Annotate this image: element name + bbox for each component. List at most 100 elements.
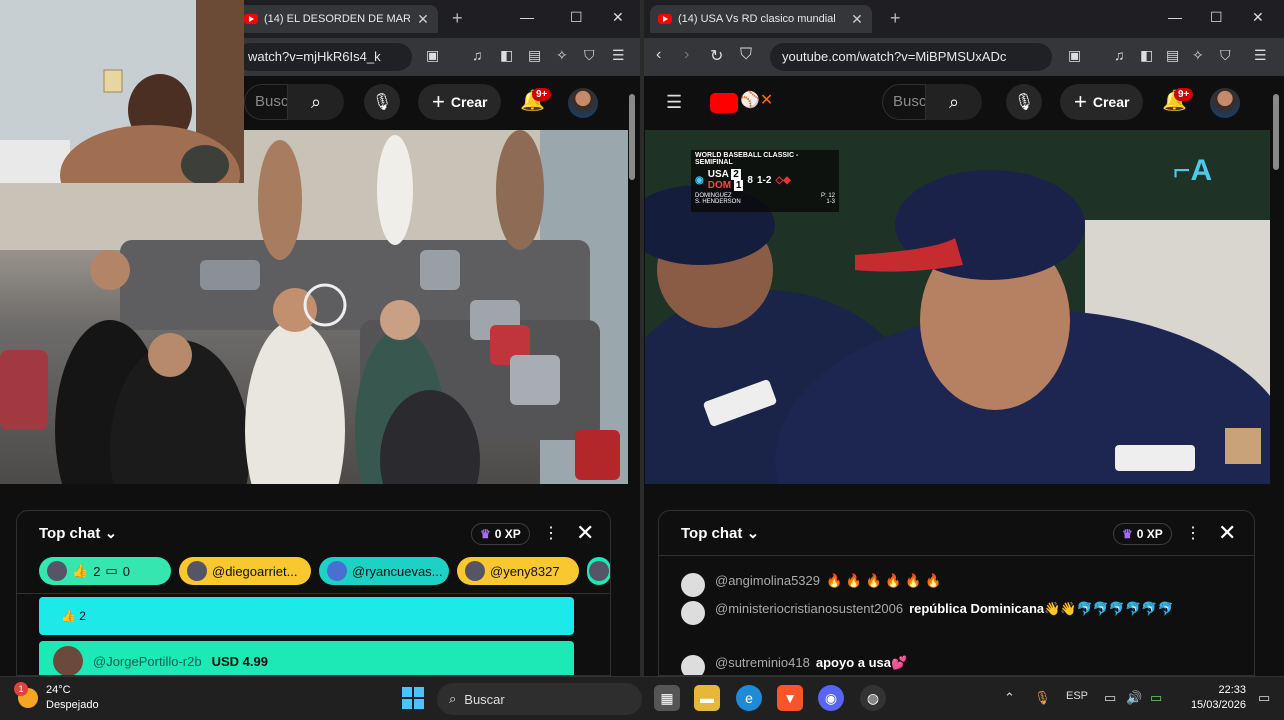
xp-badge[interactable]: ♛ 0 XP (1113, 523, 1172, 545)
ai-icon[interactable]: ✧ (556, 47, 568, 64)
music-icon[interactable]: ♫ (472, 47, 483, 63)
window-close-icon[interactable]: ✕ (1252, 9, 1264, 26)
bookmark-icon[interactable]: ⛉ (740, 46, 752, 64)
sidebar-icon[interactable]: ◧ (1140, 47, 1153, 64)
ticker-item[interactable]: @ryancuevas... (319, 557, 449, 585)
chevron-up-icon[interactable]: ⌃ (1004, 690, 1015, 706)
task-view-icon[interactable]: ▦ (654, 685, 680, 711)
create-button[interactable]: + Crear (418, 84, 502, 120)
clock[interactable]: 22:33 15/03/2026 (1184, 683, 1246, 713)
battery-icon[interactable]: ▭ (1150, 690, 1162, 706)
new-tab-icon[interactable]: + (890, 8, 901, 29)
close-icon[interactable]: ✕ (416, 11, 430, 28)
scroll-thumb[interactable] (1273, 94, 1279, 170)
message-author[interactable]: @angimolina5329 (715, 573, 820, 588)
discord-icon[interactable]: ◉ (818, 685, 844, 711)
search-icon[interactable]: ⌕ (288, 84, 344, 120)
chat-mode-dropdown[interactable]: Top chat ⌄ (39, 524, 117, 542)
ticker-item[interactable]: 👍 2 ▭ 0 (39, 557, 171, 585)
tab-active[interactable]: (14) EL DESORDEN DE MARKO ✕ (236, 5, 438, 33)
video-player[interactable]: WORLD BASEBALL CLASSIC - SEMIFINAL ◉ USA… (645, 130, 1270, 484)
music-icon[interactable]: ♫ (1114, 47, 1125, 63)
hamburger-icon[interactable]: ☰ (666, 92, 682, 113)
right-browser-window: (14) USA Vs RD clasico mundial ✕ + — ☐ ✕… (644, 0, 1284, 676)
minimize-icon[interactable]: — (520, 9, 534, 25)
avatar[interactable] (1210, 88, 1240, 118)
scrollbar[interactable] (1272, 80, 1280, 676)
team1-score: 2 (731, 169, 741, 180)
more-options-icon[interactable]: ⋮ (1185, 523, 1201, 543)
close-chat-icon[interactable]: ✕ (576, 520, 594, 546)
scrollbar[interactable] (628, 80, 636, 676)
ai-icon[interactable]: ✧ (1192, 47, 1204, 64)
menu-icon[interactable]: ☰ (612, 47, 625, 64)
shield-icon[interactable]: ⛉ (1220, 47, 1231, 64)
youtube-logo[interactable] (710, 93, 738, 113)
close-icon[interactable]: ✕ (850, 11, 864, 28)
forward-icon[interactable]: › (684, 46, 689, 64)
team2-score: 1 (733, 180, 744, 191)
xp-badge[interactable]: ♛ 0 XP (471, 523, 530, 545)
file-explorer-icon[interactable]: ▬ (694, 685, 720, 711)
tab-active[interactable]: (14) USA Vs RD clasico mundial ✕ (650, 5, 872, 33)
mic-icon[interactable]: 🎙 (1006, 84, 1042, 120)
maximize-icon[interactable]: ☐ (570, 9, 583, 26)
brave-icon[interactable]: ▼ (777, 685, 803, 711)
new-tab-icon[interactable]: + (452, 8, 463, 29)
mic-icon[interactable]: 🎙 (1034, 690, 1051, 706)
youtube-header: ☰ ⚾✕ Busc ⌕ 🎙 + Crear 🔔 9+ (644, 76, 1284, 130)
chat-mode-dropdown[interactable]: Top chat ⌄ (681, 524, 759, 542)
sidebar-icon[interactable]: ◧ (500, 47, 513, 64)
message-text: apoyo a usa💕 (815, 655, 908, 670)
inning: 8 (747, 174, 753, 186)
more-options-icon[interactable]: ⋮ (543, 523, 559, 543)
ticker-item[interactable]: @yeny8327 (457, 557, 579, 585)
message-author[interactable]: @ministeriocristianosustent2006 (715, 601, 903, 616)
reload-icon[interactable]: ↻ (710, 46, 723, 66)
search-input[interactable]: Busc (244, 84, 288, 120)
network-icon[interactable]: ▭ (1104, 690, 1116, 706)
minimize-icon[interactable]: — (1168, 9, 1182, 25)
page-icon[interactable]: ▣ (426, 47, 439, 64)
mic-icon[interactable]: 🎙 (364, 84, 400, 120)
wallet-icon[interactable]: ▤ (1166, 47, 1179, 64)
create-button[interactable]: + Crear (1060, 84, 1144, 120)
weather-desc: Despejado (46, 699, 99, 711)
ticker-item[interactable]: @diegoarriet... (179, 557, 311, 585)
page-icon[interactable]: ▣ (1068, 47, 1081, 64)
menu-icon[interactable]: ☰ (1254, 47, 1267, 64)
chat-header: Top chat ⌄ ♛ 0 XP ⋮ ✕ (659, 511, 1254, 555)
language-indicator[interactable]: ESP (1066, 690, 1088, 702)
notification-icon[interactable]: ▭ (1258, 690, 1270, 706)
taskbar-search[interactable]: ⌕ Buscar (437, 683, 642, 715)
volume-icon[interactable]: 🔊 (1126, 690, 1142, 706)
chat-header: Top chat ⌄ ♛ 0 XP ⋮ ✕ (17, 511, 610, 555)
ticker-item[interactable] (587, 557, 610, 585)
back-icon[interactable]: ‹ (656, 46, 661, 64)
chevron-down-icon: ⌄ (746, 525, 760, 542)
search-input[interactable]: Busc (882, 84, 926, 120)
bases-icon: ◇◆ (775, 174, 791, 186)
search-label: Buscar (464, 691, 505, 707)
obs-icon[interactable]: ◍ (860, 685, 886, 711)
weather-widget[interactable]: 1 24°C Despejado (14, 682, 99, 713)
chat-message: @sutreminio418 apoyo a usa💕 (681, 655, 908, 675)
search-icon[interactable]: ⌕ (926, 84, 982, 120)
avatar (589, 561, 609, 581)
like-count: 2 (93, 563, 101, 579)
tab-title: (14) USA Vs RD clasico mundial (678, 13, 836, 25)
start-button[interactable] (402, 687, 424, 709)
video-player[interactable] (0, 130, 628, 484)
avatar (681, 655, 705, 675)
window-close-icon[interactable]: ✕ (612, 9, 624, 26)
avatar[interactable] (568, 88, 598, 118)
url-field[interactable]: watch?v=mjHkR6Is4_k (236, 43, 412, 71)
maximize-icon[interactable]: ☐ (1210, 9, 1223, 26)
url-field[interactable]: youtube.com/watch?v=MiBPMSUxADc (770, 43, 1052, 71)
shield-icon[interactable]: ⛉ (584, 47, 595, 64)
close-chat-icon[interactable]: ✕ (1218, 520, 1236, 546)
scroll-thumb[interactable] (629, 94, 635, 180)
message-author[interactable]: @sutreminio418 (715, 655, 810, 670)
edge-icon[interactable]: e (736, 685, 762, 711)
wallet-icon[interactable]: ▤ (528, 47, 541, 64)
